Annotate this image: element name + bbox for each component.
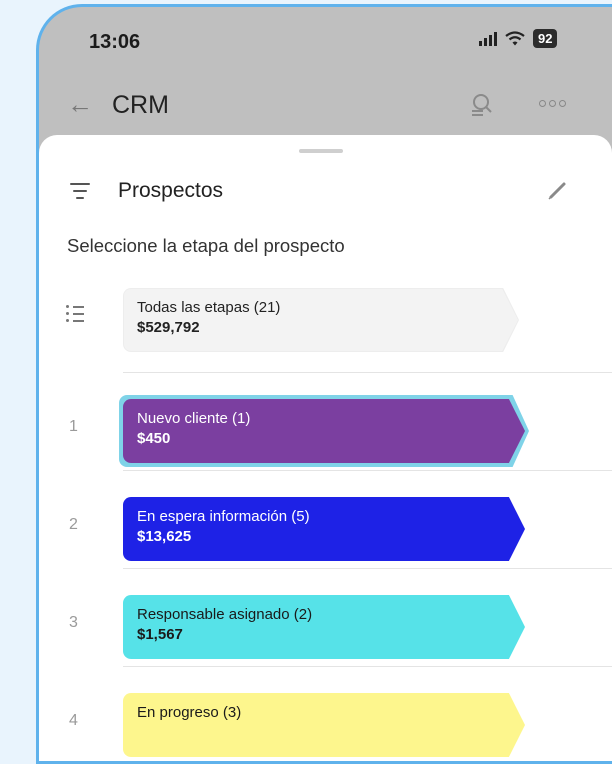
stage-row[interactable]: 3 Responsable asignado (2) $1,567 <box>39 571 612 669</box>
battery-indicator: 92 <box>533 29 558 48</box>
signal-icon <box>479 31 497 46</box>
stage-row[interactable]: 1 Nuevo cliente (1) $450 <box>39 375 612 473</box>
stage-amount: $450 <box>137 430 171 447</box>
search-list-icon[interactable] <box>469 91 495 117</box>
all-stages-chip[interactable]: Todas las etapas (21) $529,792 <box>123 288 519 352</box>
divider <box>123 666 612 667</box>
more-options-icon[interactable] <box>539 100 566 107</box>
stage-row[interactable]: 2 En espera información (5) $13,625 <box>39 473 612 571</box>
sheet-title: Prospectos <box>118 179 224 202</box>
bottom-sheet: Prospectos Seleccione la etapa del prosp… <box>39 135 612 761</box>
stage-number: 1 <box>69 418 78 435</box>
stage-label: Nuevo cliente (1) <box>137 410 251 427</box>
filter-icon[interactable] <box>70 183 90 204</box>
stage-chip[interactable]: En progreso (3) <box>123 693 525 757</box>
instruction-text: Seleccione la etapa del prospecto <box>67 235 345 256</box>
divider <box>123 372 612 373</box>
arrow-left-icon[interactable]: ← <box>67 89 93 120</box>
app-bar: ← CRM <box>39 77 612 137</box>
stage-number: 3 <box>69 614 78 631</box>
pencil-icon[interactable] <box>547 179 569 201</box>
all-stages-amount: $529,792 <box>137 319 200 336</box>
sheet-grabber[interactable] <box>299 149 343 153</box>
stage-number: 4 <box>69 712 78 729</box>
status-time: 13:06 <box>89 31 141 53</box>
stage-amount: $1,567 <box>137 626 183 643</box>
status-icons: 92 <box>479 29 558 48</box>
stage-chip[interactable]: Responsable asignado (2) $1,567 <box>123 595 525 659</box>
stage-amount: $13,625 <box>137 528 192 545</box>
status-bar: 13:06 92 <box>39 7 612 77</box>
stage-chip[interactable]: Nuevo cliente (1) $450 <box>123 399 525 463</box>
stage-chip[interactable]: En espera información (5) $13,625 <box>123 497 525 561</box>
all-stages-row[interactable]: Todas las etapas (21) $529,792 <box>39 280 612 365</box>
divider <box>123 470 612 471</box>
list-icon <box>66 305 84 326</box>
stage-number: 2 <box>69 516 78 533</box>
stage-row[interactable]: 4 En progreso (3) <box>39 669 612 761</box>
stage-label: Responsable asignado (2) <box>137 606 313 623</box>
phone-frame: 13:06 92 ← CRM Prospectos Seleccione la … <box>36 4 612 764</box>
wifi-icon <box>505 31 525 46</box>
divider <box>123 568 612 569</box>
app-title: CRM <box>112 91 169 119</box>
stage-label: En progreso (3) <box>137 704 242 721</box>
all-stages-label: Todas las etapas (21) <box>137 299 281 316</box>
stage-label: En espera información (5) <box>137 508 310 525</box>
sheet-header: Prospectos <box>39 171 612 215</box>
